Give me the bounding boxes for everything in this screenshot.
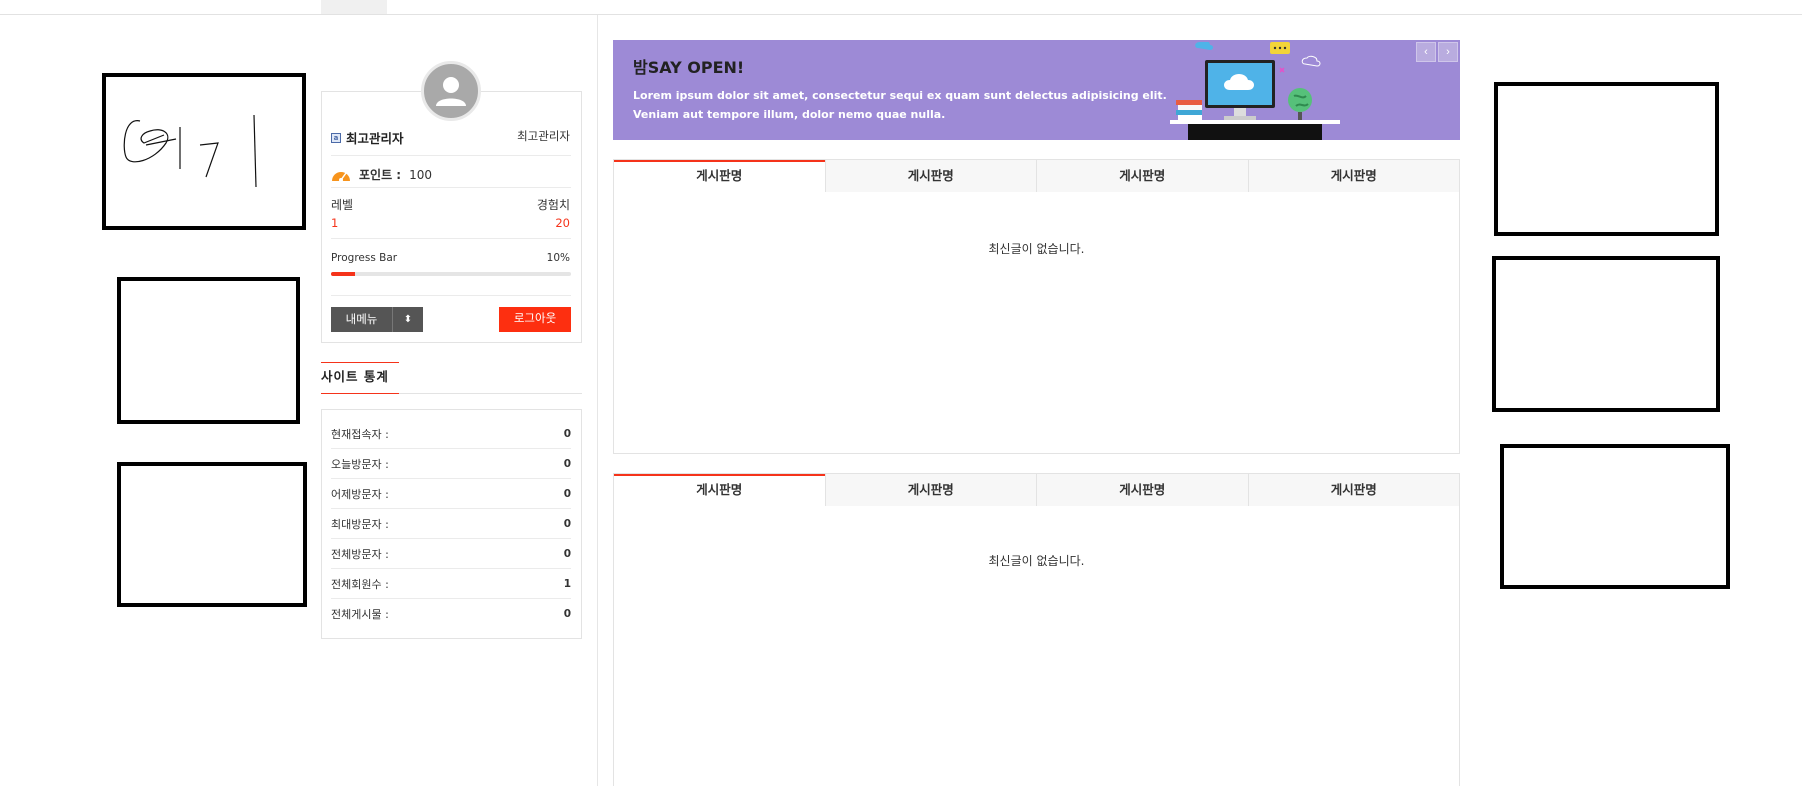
stat-label: 전체회원수 : [331,577,389,591]
stat-label: 최대방문자 : [331,517,389,531]
stat-value: 0 [563,547,571,560]
left-ad-box-2 [117,277,300,424]
progress-bar-fill [331,272,355,276]
level-label: 레벨 [331,198,354,212]
latest-posts-board-1: 게시판명 게시판명 게시판명 게시판명 최신글이 없습니다. [613,159,1460,454]
admin-role: 최고관리자 [517,129,570,143]
empty-message: 최신글이 없습니다. [988,554,1085,568]
progress-bar [331,272,571,276]
banner-text: Lorem ipsum dolor sit amet, consectetur … [633,86,1167,124]
sort-caret-icon: ⬍ [403,314,413,325]
logout-button[interactable]: 로그아웃 [499,307,571,332]
stat-label: 현재접속자 : [331,427,389,441]
board-tab[interactable]: 게시판명 [1036,160,1248,192]
stat-row: 전체방문자 : 0 [331,539,571,569]
progress-label: Progress Bar [331,252,398,264]
board-tab[interactable]: 게시판명 [824,474,1036,506]
divider [331,155,571,156]
column-divider [597,15,598,786]
stat-row: 어제방문자 : 0 [331,479,571,509]
admin-name-row: a 최고관리자 [331,128,404,147]
board-tab[interactable]: 게시판명 [614,474,825,507]
banner-next-button[interactable]: › [1438,42,1458,62]
stat-row: 전체회원수 : 1 [331,569,571,599]
points-row: 포인트 : 100 [331,166,432,183]
points-label: 포인트 : [359,168,402,182]
stat-value: 1 [563,577,571,590]
stat-label: 전체방문자 : [331,547,389,561]
handwritten-note-yeogi [123,114,257,188]
left-ad-box-3 [117,462,307,607]
stat-row: 최대방문자 : 0 [331,509,571,539]
banner-nav: ‹ › [1416,42,1458,62]
avatar [421,61,481,121]
top-nav-tab[interactable] [321,0,387,14]
stats-title: 사이트 통계 [321,369,389,384]
stat-label: 어제방문자 : [331,487,389,501]
banner-prev-button[interactable]: ‹ [1416,42,1436,62]
board-tabs: 게시판명 게시판명 게시판명 게시판명 [614,160,1459,193]
my-menu-label: 내메뉴 [331,307,393,332]
board-tab[interactable]: 게시판명 [614,160,825,193]
board-tab[interactable]: 게시판명 [824,160,1036,192]
level-value: 1 [331,216,339,230]
stat-row: 오늘방문자 : 0 [331,449,571,479]
stat-value: 0 [563,517,571,530]
board-tab[interactable]: 게시판명 [1036,474,1248,506]
computer-desk-illustration [1170,42,1340,140]
exp-label: 경험치 [536,198,570,212]
points-value: 100 [409,167,433,182]
banner-line-2: Veniam aut tempore illum, dolor nemo qua… [633,108,946,121]
exp-value: 20 [555,216,570,230]
stat-value: 0 [563,487,571,500]
right-ad-box-2 [1492,256,1720,412]
progress-percent: 10% [546,252,570,264]
right-ad-box-3 [1500,444,1730,589]
page: a 최고관리자 최고관리자 포인트 : 100 레벨 경험치 1 20 Prog… [0,0,1802,786]
handwritten-ad-box [102,73,306,230]
admin-name[interactable]: 최고관리자 [346,128,404,147]
user-silhouette-icon [436,77,466,106]
empty-message: 최신글이 없습니다. [988,242,1085,256]
stat-row: 현재접속자 : 0 [331,419,571,449]
right-ad-box-1 [1494,82,1719,236]
stat-value: 0 [563,608,571,620]
stat-value: 0 [563,427,571,440]
stat-value: 0 [563,457,571,470]
admin-badge-icon: a [331,132,341,143]
stat-label: 오늘방문자 : [331,457,389,471]
divider [331,238,571,239]
board-tab[interactable]: 게시판명 [1247,474,1459,506]
stats-title-underline [321,362,399,363]
board-tab[interactable]: 게시판명 [1247,160,1459,192]
latest-posts-board-2: 게시판명 게시판명 게시판명 게시판명 최신글이 없습니다. [613,473,1460,786]
divider [331,295,571,296]
banner-line-1: Lorem ipsum dolor sit amet, consectetur … [633,89,1167,102]
banner-title: 밤SAY OPEN! [633,58,745,77]
speedometer-icon [332,171,350,182]
stat-row: 전체게시물 : 0 [331,599,571,629]
stat-label: 전체게시물 : [331,608,389,621]
divider [331,187,571,188]
top-navigation-bar [0,0,1802,15]
board-tabs: 게시판명 게시판명 게시판명 게시판명 [614,474,1459,507]
my-menu-button[interactable]: 내메뉴 ⬍ [331,307,423,332]
stats-title-accent [321,393,399,394]
